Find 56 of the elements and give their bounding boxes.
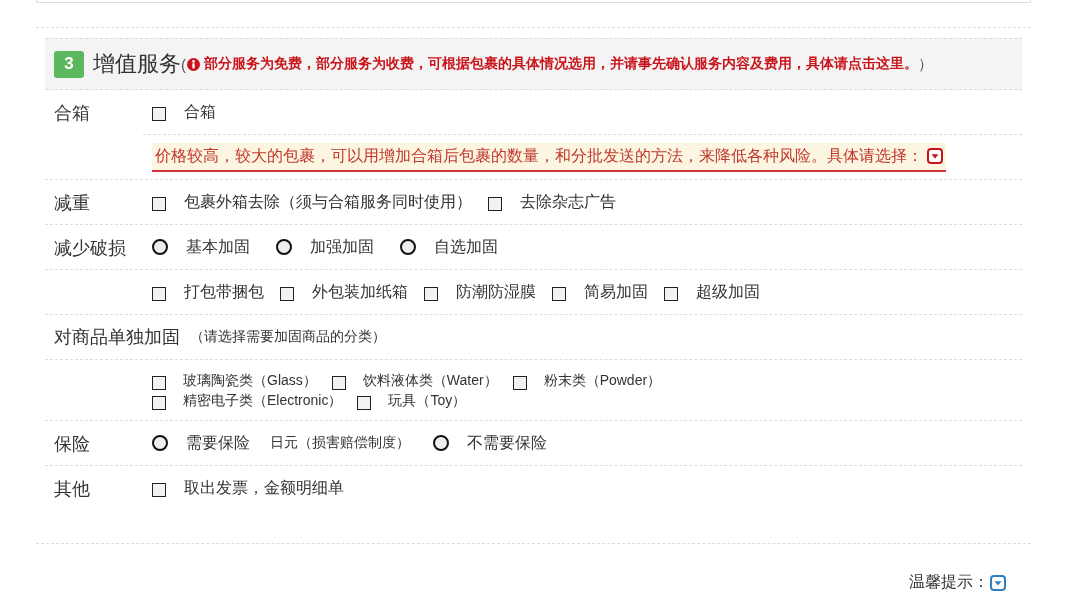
checkbox-label: 防潮防湿膜 <box>456 281 536 302</box>
checkbox[interactable] <box>488 197 502 211</box>
checkbox[interactable] <box>152 197 166 211</box>
checkbox-label: 去除杂志广告 <box>520 191 616 212</box>
checkbox-label: 合箱 <box>184 101 216 122</box>
note-text: 价格较高，较大的包裹，可以用增加合箱后包裹的数量，和分批发送的方法，来降低各种风险。具体请选择： <box>155 145 923 166</box>
section-title: 增值服务 <box>93 50 181 78</box>
radio-button[interactable] <box>152 239 168 255</box>
field-label: 保险 <box>54 434 90 454</box>
checkbox-label: 超级加固 <box>696 281 760 302</box>
checkbox[interactable] <box>664 287 678 301</box>
radio-button[interactable] <box>433 435 449 451</box>
checkbox-label: 玩具（Toy） <box>388 391 467 410</box>
checkbox-label: 饮料液体类（Water） <box>362 371 498 390</box>
radio-button[interactable] <box>276 239 292 255</box>
checkbox[interactable] <box>152 287 166 301</box>
checkbox[interactable] <box>357 396 372 410</box>
info-icon <box>187 57 200 71</box>
field-label: 其他 <box>54 479 90 499</box>
bracket-text: ） <box>918 54 933 74</box>
hint-text: （请选择需要加固商品的分类） <box>190 328 386 346</box>
notice-link[interactable]: 部分服务为免费，部分服务为收费，可根据包裹的具体情况选用，并请事先确认服务内容及费用，具体请点击这里。 <box>204 55 918 73</box>
checkbox[interactable] <box>552 287 566 301</box>
checkbox[interactable] <box>152 107 166 121</box>
field-label: 减重 <box>54 193 90 213</box>
checkbox[interactable] <box>512 376 527 390</box>
radio-label: 自选加固 <box>434 236 498 257</box>
checkbox[interactable] <box>152 376 166 390</box>
radio-button[interactable] <box>152 435 168 451</box>
caret-square-icon[interactable] <box>990 574 1006 591</box>
checkbox-label: 包裹外箱去除（须与合箱服务同时使用） <box>184 191 472 212</box>
radio-label: 加强加固 <box>310 236 374 257</box>
checkbox[interactable] <box>280 287 294 301</box>
checkbox-label: 精密电子类（Electronic） <box>183 391 343 410</box>
checkbox-label: 简易加固 <box>584 281 648 302</box>
checkbox-label: 粉末类（Powder） <box>543 371 662 390</box>
checkbox[interactable] <box>152 483 166 497</box>
checkbox-label: 打包带捆包 <box>184 281 264 302</box>
radio-label: 基本加固 <box>186 236 250 257</box>
radio-button[interactable] <box>400 239 416 255</box>
radio-label: 需要保险 <box>186 432 250 453</box>
step-number-badge: 3 <box>54 50 84 78</box>
checkbox[interactable] <box>331 376 346 390</box>
field-label: 减少破损 <box>54 238 126 258</box>
field-label: 合箱 <box>54 103 90 123</box>
checkbox-label: 玻璃陶瓷类（Glass） <box>183 371 317 390</box>
checkbox[interactable] <box>152 396 166 410</box>
caret-square-icon[interactable] <box>927 148 943 164</box>
option-note: 日元（损害赔偿制度） <box>270 434 410 452</box>
checkbox-label: 外包装加纸箱 <box>312 281 408 302</box>
bracket-text: ( <box>181 55 186 73</box>
checkbox-label: 取出发票，金额明细单 <box>184 477 344 498</box>
radio-label: 不需要保险 <box>467 432 547 453</box>
checkbox[interactable] <box>424 287 438 301</box>
field-label: 对商品单独加固 <box>54 327 180 347</box>
tip-label: 温馨提示： <box>909 572 989 592</box>
